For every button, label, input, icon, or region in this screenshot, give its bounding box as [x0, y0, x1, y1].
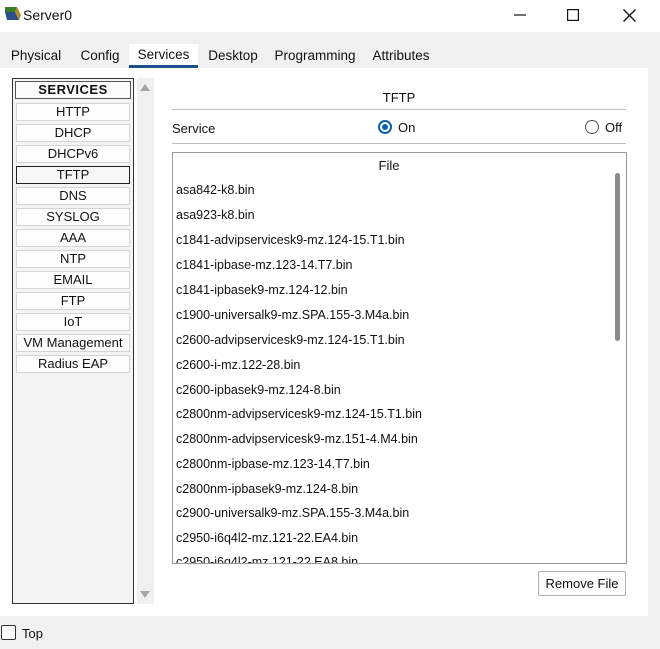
minimize-icon [514, 14, 526, 16]
file-column-header: File [378, 158, 400, 173]
window-title: Server0 [23, 7, 73, 23]
service-on-label: On [398, 119, 416, 135]
service-item-http[interactable]: HTTP [16, 103, 130, 121]
file-row[interactable]: c2800nm-ipbasek9-mz.124-8.bin [176, 482, 358, 496]
maximize-button[interactable] [550, 0, 596, 30]
file-row[interactable]: c2600-advipservicesk9-mz.124-15.T1.bin [176, 333, 405, 347]
scroll-up-icon[interactable] [140, 84, 150, 91]
service-item-aaa[interactable]: AAA [16, 229, 130, 247]
file-list[interactable]: File asa842-k8.bin asa923-k8.bin c1841-a… [172, 152, 627, 564]
service-item-email[interactable]: EMAIL [16, 271, 130, 289]
title-divider [172, 109, 626, 110]
maximize-icon [567, 9, 579, 21]
service-on-option[interactable]: On [378, 119, 415, 135]
service-label: Service [172, 121, 216, 136]
file-row[interactable]: asa842-k8.bin [176, 183, 255, 197]
scrollbar-thumb[interactable] [615, 173, 620, 341]
file-row[interactable]: c1841-advipservicesk9-mz.124-15.T1.bin [176, 233, 405, 247]
services-scrollbar[interactable] [137, 78, 154, 604]
service-item-iot[interactable]: IoT [16, 313, 130, 331]
file-row[interactable]: c2950-i6q4l2-mz.121-22.EA4.bin [176, 531, 358, 545]
file-list-scrollbar[interactable] [608, 153, 626, 563]
title-bar: Server0 [0, 0, 660, 32]
service-on-radio[interactable] [378, 120, 392, 134]
services-header: SERVICES [15, 81, 131, 99]
service-item-dhcp[interactable]: DHCP [16, 124, 130, 142]
file-row[interactable]: c2950-i6q4l2-mz.121-22.EA8.bin [176, 555, 358, 563]
file-row[interactable]: c2600-ipbasek9-mz.124-8.bin [176, 383, 341, 397]
tab-physical[interactable]: Physical [4, 44, 68, 68]
service-item-radius-eap[interactable]: Radius EAP [16, 355, 130, 373]
minimize-button[interactable] [497, 0, 543, 30]
server-icon [4, 5, 22, 23]
scroll-down-icon[interactable] [140, 591, 150, 598]
service-off-label: Off [605, 119, 623, 135]
remove-file-button[interactable]: Remove File [538, 571, 626, 596]
service-item-dns[interactable]: DNS [16, 187, 130, 205]
panel-title: TFTP [382, 90, 416, 105]
top-label: Top [22, 626, 43, 641]
file-row[interactable]: c2800nm-ipbase-mz.123-14.T7.bin [176, 457, 370, 471]
file-row[interactable]: c1841-ipbasek9-mz.124-12.bin [176, 283, 348, 297]
service-item-vm-management[interactable]: VM Management [16, 334, 130, 352]
service-item-dhcpv6[interactable]: DHCPv6 [16, 145, 130, 163]
tab-config[interactable]: Config [74, 44, 126, 68]
tab-programming[interactable]: Programming [270, 44, 360, 68]
tab-services[interactable]: Services [129, 44, 198, 68]
tab-attributes[interactable]: Attributes [366, 44, 436, 68]
service-item-ftp[interactable]: FTP [16, 292, 130, 310]
service-item-syslog[interactable]: SYSLOG [16, 208, 130, 226]
service-off-option[interactable]: Off [585, 119, 622, 135]
file-row[interactable]: c2900-universalk9-mz.SPA.155-3.M4a.bin [176, 506, 409, 520]
services-list: SERVICES HTTP DHCP DHCPv6 TFTP DNS SYSLO… [12, 78, 134, 604]
service-item-ntp[interactable]: NTP [16, 250, 130, 268]
file-row[interactable]: c2800nm-advipservicesk9-mz.124-15.T1.bin [176, 407, 422, 421]
service-divider [172, 143, 626, 144]
file-row[interactable]: c2800nm-advipservicesk9-mz.151-4.M4.bin [176, 432, 418, 446]
top-checkbox[interactable] [1, 625, 16, 640]
close-icon [622, 8, 636, 22]
tab-desktop[interactable]: Desktop [202, 44, 264, 68]
file-row[interactable]: c1900-universalk9-mz.SPA.155-3.M4a.bin [176, 308, 409, 322]
file-row[interactable]: asa923-k8.bin [176, 208, 255, 222]
file-row[interactable]: c2600-i-mz.122-28.bin [176, 358, 300, 372]
file-row[interactable]: c1841-ipbase-mz.123-14.T7.bin [176, 258, 353, 272]
service-off-radio[interactable] [585, 120, 599, 134]
service-item-tftp[interactable]: TFTP [16, 166, 130, 184]
tab-bar: Physical Config Services Desktop Program… [0, 44, 660, 70]
close-button[interactable] [606, 0, 652, 30]
